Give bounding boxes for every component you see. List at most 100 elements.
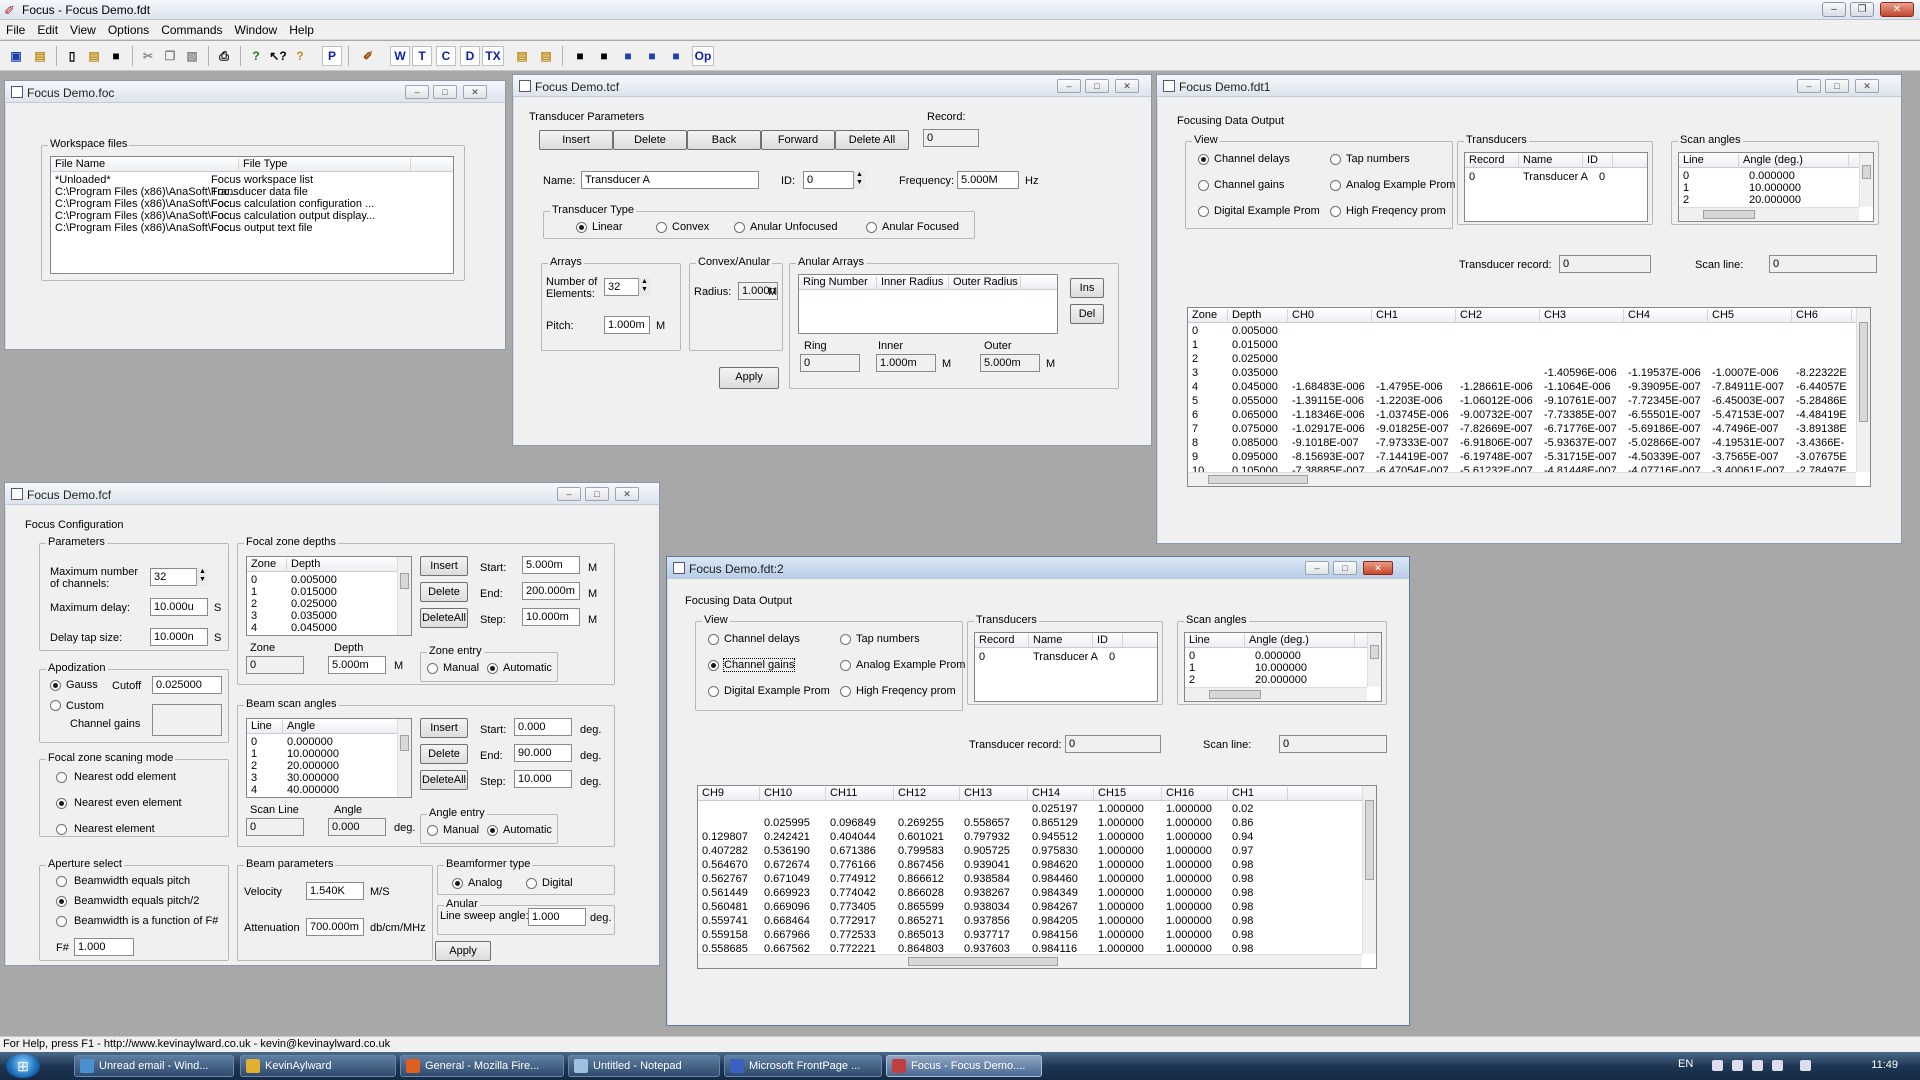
radio-analog-example-prom[interactable] bbox=[1330, 180, 1341, 191]
radio-channel-gains[interactable] bbox=[1198, 180, 1209, 191]
task-kevinaylward[interactable]: KevinAylward bbox=[240, 1055, 396, 1077]
grid-col-header[interactable]: CH10 bbox=[760, 787, 826, 801]
col-file-name[interactable]: File Name bbox=[51, 158, 239, 172]
list-item[interactable]: 2 20.000000 bbox=[1679, 194, 1859, 206]
radio-high-frequency-prom[interactable] bbox=[840, 686, 851, 697]
close-button[interactable]: ✕ bbox=[463, 85, 487, 99]
col-line[interactable]: Line bbox=[1679, 154, 1739, 168]
table-row[interactable]: 9 0.095000 -8.15693E-007 -7.14419E-007 -6.19… bbox=[1188, 451, 1870, 463]
close-button[interactable]: ✕ bbox=[1855, 79, 1879, 93]
scan-line-field[interactable]: 0 bbox=[246, 818, 304, 836]
scrollbar[interactable] bbox=[1859, 153, 1873, 207]
toolbar-w-button[interactable]: W bbox=[390, 46, 410, 66]
menu-commands[interactable]: Commands bbox=[155, 20, 228, 40]
task-frontpage[interactable]: Microsoft FrontPage ... bbox=[724, 1055, 882, 1077]
ins-button[interactable]: Ins bbox=[1070, 278, 1104, 298]
tray-volume-icon[interactable] bbox=[1772, 1060, 1783, 1071]
scrollbar[interactable] bbox=[1679, 207, 1859, 221]
radio-nearest-odd[interactable] bbox=[56, 772, 67, 783]
table-row[interactable]: 0.562767 0.671049 0.774912 0.866612 0.938584… bbox=[698, 873, 1376, 885]
col-angle[interactable]: Angle bbox=[283, 720, 399, 734]
cutoff-field[interactable]: 0.025000 bbox=[152, 676, 222, 694]
col-name[interactable]: Name bbox=[1519, 154, 1583, 168]
toolbar-c-button[interactable]: C bbox=[436, 46, 456, 66]
table-row[interactable]: 0.560481 0.669096 0.773405 0.865599 0.938034… bbox=[698, 901, 1376, 913]
id-spinner[interactable]: ▲ ▼ bbox=[853, 171, 865, 189]
minimize-button[interactable]: – bbox=[1822, 2, 1846, 17]
list-item[interactable]: 4 40.000000 bbox=[247, 784, 397, 796]
radio-gauss[interactable] bbox=[50, 680, 61, 691]
save-5-icon[interactable]: ■ bbox=[666, 46, 686, 66]
toolbar-p-button[interactable]: P bbox=[322, 46, 342, 66]
grid-col-header[interactable]: CH5 bbox=[1708, 309, 1792, 323]
zone-insert-button[interactable]: Insert bbox=[420, 556, 468, 576]
radio-digital[interactable] bbox=[526, 878, 537, 889]
transducers-list[interactable]: Record Name ID 0 Transducer A0 bbox=[974, 632, 1158, 702]
wand-icon[interactable]: ✐ bbox=[358, 46, 378, 66]
open-folder-icon[interactable]: ▤ bbox=[512, 46, 532, 66]
close-button[interactable]: ✕ bbox=[1115, 79, 1139, 93]
col-outer-radius[interactable]: Outer Radius bbox=[949, 276, 1021, 290]
zone-start-field[interactable]: 5.000m bbox=[522, 556, 580, 574]
table-row[interactable]: 8 0.085000 -9.1018E-007 -7.97333E-007 -6.918… bbox=[1188, 437, 1870, 449]
angle-step-field[interactable]: 10.000 bbox=[514, 770, 572, 788]
frequency-field[interactable]: 5.000M bbox=[957, 171, 1019, 189]
list-item[interactable]: *Unloaded* Focus workspace list bbox=[51, 174, 453, 186]
grid-col-header[interactable]: CH15 bbox=[1094, 787, 1162, 801]
scrollbar[interactable] bbox=[1856, 308, 1870, 472]
menu-window[interactable]: Window bbox=[229, 20, 284, 40]
radio-analog[interactable] bbox=[452, 878, 463, 889]
fnum-field[interactable]: 1.000 bbox=[74, 938, 134, 956]
col-id[interactable]: ID bbox=[1093, 634, 1123, 648]
minimize-button[interactable]: – bbox=[1057, 79, 1081, 93]
transducers-list[interactable]: Record Name ID 0 Transducer A0 bbox=[1464, 152, 1648, 222]
grid-col-header[interactable]: CH11 bbox=[826, 787, 894, 801]
col-inner-radius[interactable]: Inner Radius bbox=[877, 276, 949, 290]
list-item[interactable]: 1 0.015000 bbox=[247, 586, 397, 598]
close-button[interactable]: ✕ bbox=[1880, 2, 1914, 17]
tap-size-field[interactable]: 10.000n bbox=[150, 628, 208, 646]
scrollbar[interactable] bbox=[1188, 472, 1856, 486]
radio-nearest-even[interactable] bbox=[56, 798, 67, 809]
info-help-icon[interactable]: ? bbox=[290, 46, 310, 66]
table-row[interactable]: 0.129807 0.242421 0.404044 0.601021 0.797932… bbox=[698, 831, 1376, 843]
list-item[interactable]: 2 20.000000 bbox=[247, 760, 397, 772]
radio-high-frequency-prom[interactable] bbox=[1330, 206, 1341, 217]
delete-all-button[interactable]: Delete All bbox=[835, 130, 909, 150]
scrollbar[interactable] bbox=[1362, 786, 1376, 954]
radio-angle-automatic[interactable] bbox=[487, 825, 498, 836]
angle-delete-button[interactable]: Delete bbox=[420, 744, 468, 764]
open-file-icon[interactable]: ▤ bbox=[84, 46, 104, 66]
radio-beamwidth-fnum[interactable] bbox=[56, 916, 67, 927]
focal-zone-list[interactable]: Zone Depth 0 0.005000 1 0.015000 2 0.025000 3 0.… bbox=[246, 556, 412, 636]
col-file-type[interactable]: File Type bbox=[239, 158, 411, 172]
restore-button[interactable]: ❐ bbox=[1850, 2, 1874, 17]
col-angle[interactable]: Angle (deg.) bbox=[1245, 634, 1355, 648]
save-4-icon[interactable]: ■ bbox=[642, 46, 662, 66]
list-item[interactable]: 4 0.045000 bbox=[247, 622, 397, 634]
maximize-button[interactable]: □ bbox=[585, 487, 609, 501]
anular-arrays-list[interactable]: Ring Number Inner Radius Outer Radius bbox=[798, 274, 1058, 334]
save-2-icon[interactable]: ■ bbox=[594, 46, 614, 66]
radio-analog-example-prom[interactable] bbox=[840, 660, 851, 671]
output-grid-2[interactable]: CH9 CH10 CH11 CH12 CH13 CH14 CH15 CH16 CH1 0.0251… bbox=[697, 785, 1377, 969]
new-file-icon[interactable]: ▯ bbox=[62, 46, 82, 66]
grid-col-header[interactable]: CH2 bbox=[1456, 309, 1540, 323]
open-folder-2-icon[interactable]: ▤ bbox=[536, 46, 556, 66]
tray-arrow-icon[interactable] bbox=[1712, 1060, 1723, 1071]
col-id[interactable]: ID bbox=[1583, 154, 1613, 168]
radio-digital-example-prom[interactable] bbox=[1198, 206, 1209, 217]
radio-tap-numbers[interactable] bbox=[840, 634, 851, 645]
zone-end-field[interactable]: 200.000m bbox=[522, 582, 580, 600]
output-grid-1[interactable]: Zone Depth CH0 CH1 CH2 CH3 CH4 CH5 CH6 0 0.005000 1… bbox=[1187, 307, 1871, 487]
radio-beamwidth-half-pitch[interactable] bbox=[56, 896, 67, 907]
transducer-record-field[interactable]: 0 bbox=[1065, 735, 1161, 753]
list-item[interactable]: C:\Program Files (x86)\AnaSoft\Foc... Foc… bbox=[51, 210, 453, 222]
list-item[interactable]: 1 10.000000 bbox=[1679, 182, 1859, 194]
grid-col-header[interactable]: CH1 bbox=[1372, 309, 1456, 323]
insert-button[interactable]: Insert bbox=[539, 130, 613, 150]
list-item[interactable]: C:\Program Files (x86)\AnaSoft\Foc... Foc… bbox=[51, 198, 453, 210]
list-item[interactable]: 2 0.025000 bbox=[247, 598, 397, 610]
clock[interactable]: 11:49 bbox=[1871, 1059, 1898, 1071]
table-row[interactable]: 0.564670 0.672674 0.776166 0.867456 0.939041… bbox=[698, 859, 1376, 871]
